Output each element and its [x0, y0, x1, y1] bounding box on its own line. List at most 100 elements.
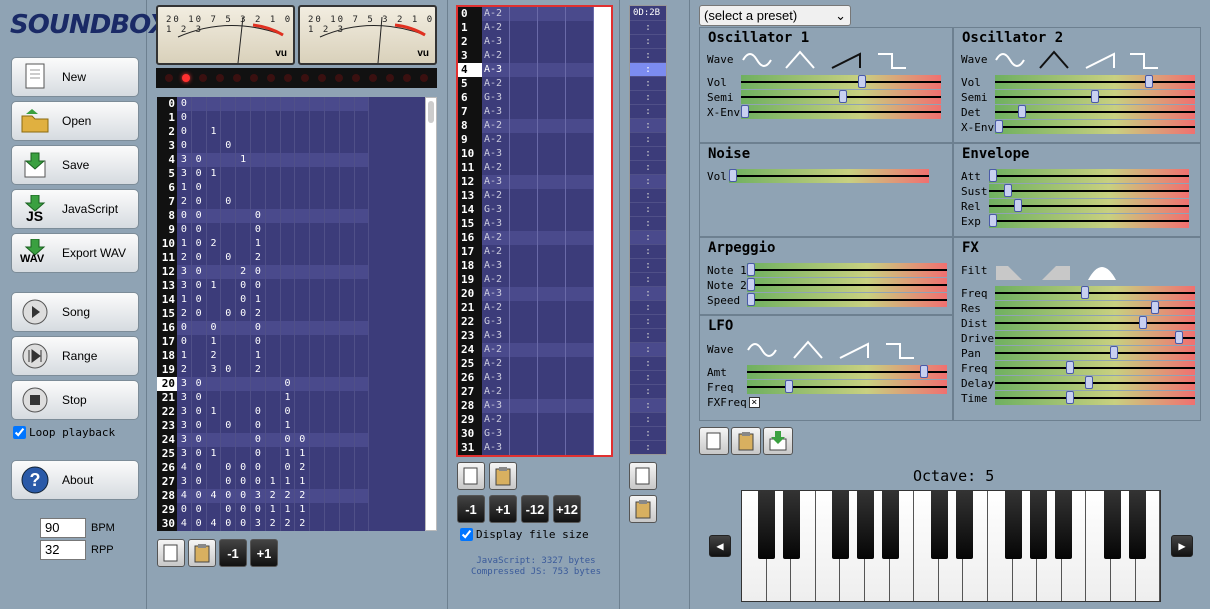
pattern-cell[interactable]	[310, 419, 325, 433]
note-cell[interactable]	[538, 105, 566, 119]
bandpass-filter-icon[interactable]	[1086, 262, 1118, 282]
pattern-cell[interactable]	[280, 321, 296, 335]
pattern-cell[interactable]: 1	[250, 237, 266, 251]
pattern-cell[interactable]: 0	[250, 475, 266, 489]
note-cell[interactable]: A-3	[482, 371, 510, 385]
pattern-cell[interactable]: 0	[191, 223, 207, 237]
pattern-cell[interactable]	[295, 377, 311, 391]
slider-track[interactable]	[995, 75, 1195, 89]
note-cell[interactable]: A-2	[482, 119, 510, 133]
pattern-cell[interactable]	[354, 489, 370, 503]
pattern-cell[interactable]	[295, 139, 311, 153]
pattern-cell[interactable]	[354, 419, 370, 433]
note-cell[interactable]	[538, 133, 566, 147]
pattern-cell[interactable]	[206, 307, 222, 321]
pattern-cell[interactable]	[236, 111, 251, 125]
note-cell[interactable]	[566, 35, 594, 49]
piano-black-key[interactable]	[1128, 491, 1146, 559]
fx-cell[interactable]: :	[630, 62, 666, 76]
pattern-cell[interactable]	[354, 349, 370, 363]
pattern-cell[interactable]	[339, 391, 355, 405]
fx-cell[interactable]: :	[630, 146, 666, 160]
slider-knob[interactable]	[1081, 286, 1090, 299]
pattern-cell[interactable]	[280, 125, 296, 139]
pattern-cell[interactable]	[339, 111, 355, 125]
pattern-cell[interactable]: 0	[236, 293, 251, 307]
pattern-cell[interactable]	[324, 167, 340, 181]
slider-knob[interactable]	[1013, 199, 1022, 212]
pattern-cell[interactable]	[265, 97, 281, 111]
note-cell[interactable]	[510, 287, 538, 301]
pattern-cell[interactable]	[250, 153, 266, 167]
save-button[interactable]: Save	[11, 145, 139, 185]
pattern-cell[interactable]: 0	[221, 503, 237, 517]
pattern-cell[interactable]: 1	[295, 447, 311, 461]
pattern-cell[interactable]	[265, 279, 281, 293]
note-cell[interactable]	[538, 399, 566, 413]
highpass-filter-icon[interactable]	[1040, 262, 1072, 282]
pattern-cell[interactable]: 2	[295, 517, 311, 531]
note-cell[interactable]: A-2	[482, 133, 510, 147]
pattern-cell[interactable]	[265, 125, 281, 139]
pattern-cell[interactable]: 3	[177, 279, 192, 293]
pattern-cell[interactable]	[339, 377, 355, 391]
loop-playback-toggle[interactable]: Loop playback	[13, 426, 115, 439]
pattern-cell[interactable]	[324, 335, 340, 349]
pattern-cell[interactable]	[191, 125, 207, 139]
pattern-cell[interactable]	[339, 307, 355, 321]
note-cell[interactable]: G-3	[482, 315, 510, 329]
pattern-cell[interactable]	[324, 391, 340, 405]
pattern-cell[interactable]	[354, 181, 370, 195]
pattern-cell[interactable]	[339, 153, 355, 167]
note-cell[interactable]	[510, 91, 538, 105]
pattern-cell[interactable]: 1	[206, 447, 222, 461]
slider-track[interactable]	[995, 376, 1195, 390]
pattern-cell[interactable]: 3	[177, 377, 192, 391]
pattern-cell[interactable]	[324, 195, 340, 209]
note-cell[interactable]	[566, 245, 594, 259]
note-cell[interactable]	[510, 133, 538, 147]
pattern-cell[interactable]: 0	[221, 419, 237, 433]
pattern-cell[interactable]: 2	[295, 461, 311, 475]
note-cell[interactable]	[538, 91, 566, 105]
pattern-cell[interactable]: 0	[177, 139, 192, 153]
pattern-cell[interactable]	[191, 97, 207, 111]
pattern-cell[interactable]: 0	[221, 139, 237, 153]
note-cell[interactable]	[566, 77, 594, 91]
pattern-cell[interactable]: 0	[236, 503, 251, 517]
slider-knob[interactable]	[838, 90, 847, 103]
slider-track[interactable]	[741, 105, 941, 119]
pattern-cell[interactable]	[280, 237, 296, 251]
fx-cell[interactable]: :	[630, 370, 666, 384]
pattern-cell[interactable]	[310, 363, 325, 377]
pattern-cell[interactable]	[280, 195, 296, 209]
triangle-wave-icon[interactable]	[792, 340, 824, 360]
fx-cell[interactable]: :	[630, 300, 666, 314]
note-cell[interactable]: A-2	[482, 357, 510, 371]
pattern-cell[interactable]	[236, 321, 251, 335]
slider-track[interactable]	[995, 301, 1195, 315]
pattern-cell[interactable]	[339, 405, 355, 419]
piano-keyboard[interactable]	[741, 490, 1161, 602]
pattern-cell[interactable]: 0	[236, 307, 251, 321]
pattern-cell[interactable]: 4	[177, 461, 192, 475]
slider-track[interactable]	[995, 90, 1195, 104]
pattern-cell[interactable]: 2	[177, 307, 192, 321]
note-cell[interactable]	[566, 287, 594, 301]
pattern-cell[interactable]: 3	[177, 405, 192, 419]
pattern-cell[interactable]: 0	[280, 433, 296, 447]
open-button[interactable]: Open	[11, 101, 139, 141]
note-cell[interactable]	[510, 147, 538, 161]
pattern-cell[interactable]	[310, 405, 325, 419]
note-cell[interactable]	[538, 385, 566, 399]
pattern-cell[interactable]	[339, 279, 355, 293]
instr-paste-button[interactable]	[731, 427, 761, 455]
pattern-cell[interactable]	[236, 433, 251, 447]
pattern-cell[interactable]	[324, 125, 340, 139]
pattern-cell[interactable]: 0	[191, 279, 207, 293]
note-cell[interactable]: A-3	[482, 217, 510, 231]
note-cell[interactable]	[510, 371, 538, 385]
note-cell[interactable]: A-3	[482, 441, 510, 455]
lowpass-filter-icon[interactable]	[994, 262, 1026, 282]
pattern-cell[interactable]: 0	[221, 517, 237, 531]
